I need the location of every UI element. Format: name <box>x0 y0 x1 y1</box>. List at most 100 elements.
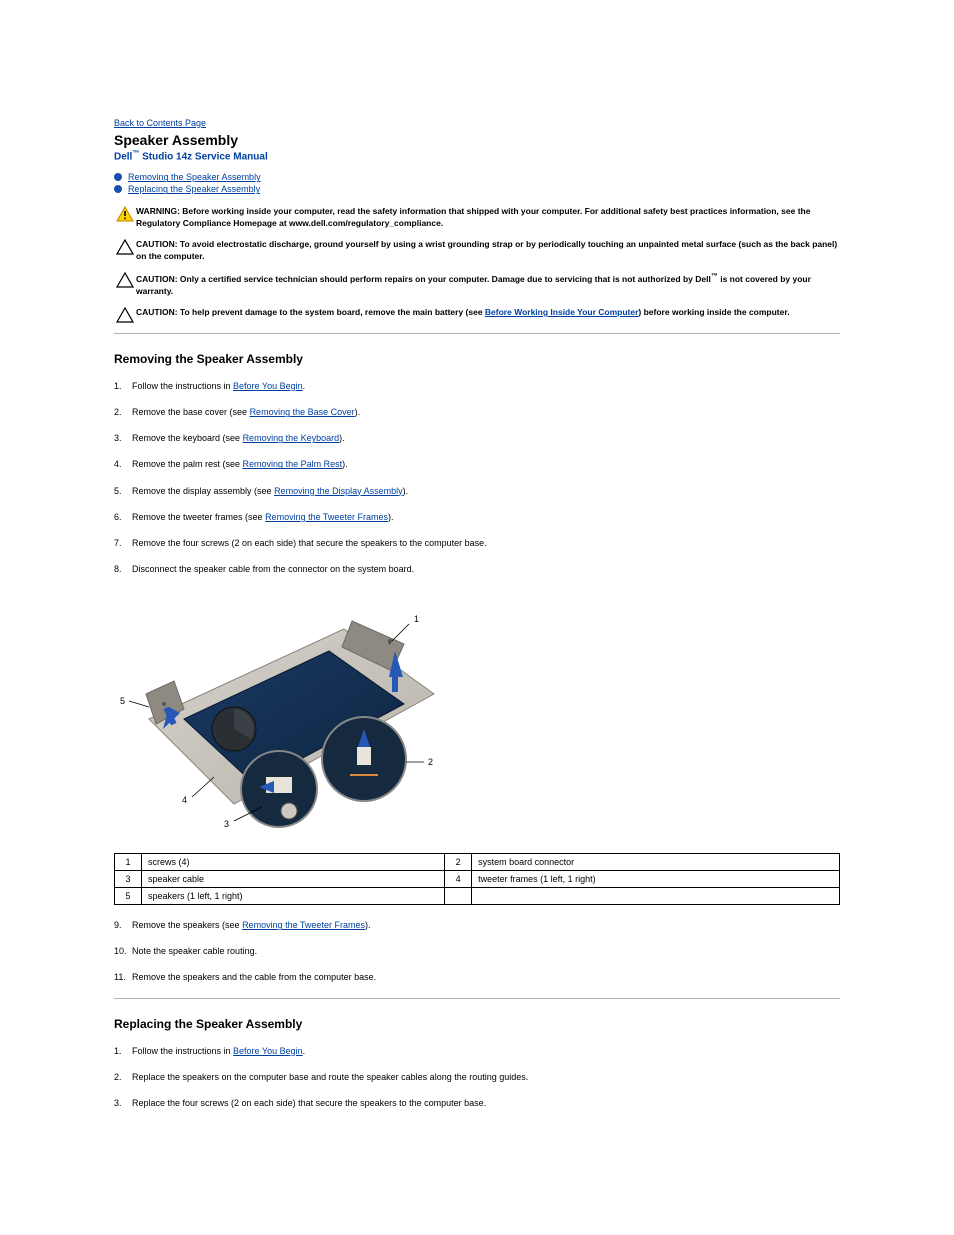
step: Remove the keyboard (see Removing the Ke… <box>114 432 840 444</box>
step: Remove the palm rest (see Removing the P… <box>114 458 840 470</box>
caution-body-a: Only a certified service technician shou… <box>178 274 711 284</box>
step-text: Remove the display assembly (see <box>132 486 274 496</box>
callout-label <box>472 888 840 905</box>
remove-steps-cont: Remove the speakers (see Removing the Tw… <box>114 919 840 983</box>
remove-steps: Follow the instructions in Before You Be… <box>114 380 840 575</box>
svg-text:4: 4 <box>182 795 187 805</box>
callout-num: 1 <box>115 854 142 871</box>
caution-row: CAUTION: Only a certified service techni… <box>114 272 840 297</box>
step-text: Disconnect the speaker cable from the co… <box>132 564 414 574</box>
callout-label: screws (4) <box>142 854 445 871</box>
svg-text:1: 1 <box>414 614 419 624</box>
back-link-top: Back to Contents Page <box>114 118 840 128</box>
manual-page: Back to Contents Page Speaker Assembly D… <box>0 0 954 1163</box>
bullet-icon <box>114 185 122 193</box>
step-link[interactable]: Removing the Tweeter Frames <box>242 920 365 930</box>
step-text-post: ). <box>342 459 348 469</box>
warning-text: WARNING: Before working inside your comp… <box>136 206 840 229</box>
callout-label: tweeter frames (1 left, 1 right) <box>472 871 840 888</box>
separator <box>114 998 840 999</box>
step-link[interactable]: Removing the Keyboard <box>243 433 340 443</box>
svg-text:3: 3 <box>224 819 229 829</box>
step-text: Note the speaker cable routing. <box>132 946 257 956</box>
step-text-post: ). <box>388 512 394 522</box>
step-text-post: . <box>303 381 306 391</box>
callout-num: 2 <box>445 854 472 871</box>
toc-link-replace[interactable]: Replacing the Speaker Assembly <box>128 184 260 194</box>
step-text-post: ). <box>403 486 409 496</box>
step: Remove the tweeter frames (see Removing … <box>114 511 840 523</box>
caution-body: To avoid electrostatic discharge, ground… <box>136 239 837 260</box>
step-text: Follow the instructions in <box>132 1046 233 1056</box>
manual-brand: Dell <box>114 151 132 162</box>
caution-row: CAUTION: To help prevent damage to the s… <box>114 307 840 323</box>
diagram: 1 2 3 4 5 <box>114 589 840 839</box>
callout-num: 5 <box>115 888 142 905</box>
step-text: Follow the instructions in <box>132 381 233 391</box>
step-text: Remove the speakers (see <box>132 920 242 930</box>
caution-icon <box>114 239 136 255</box>
caution-label: CAUTION: <box>136 307 178 317</box>
step-link[interactable]: Removing the Palm Rest <box>243 459 343 469</box>
toc-item: Removing the Speaker Assembly <box>114 172 840 182</box>
speaker-diagram: 1 2 3 4 5 <box>114 589 454 839</box>
step-link[interactable]: Removing the Display Assembly <box>274 486 403 496</box>
step-text-post: . <box>303 1046 306 1056</box>
step: Note the speaker cable routing. <box>114 945 840 957</box>
step-link[interactable]: Before You Begin <box>233 381 303 391</box>
warning-icon <box>114 206 136 222</box>
replace-steps: Follow the instructions in Before You Be… <box>114 1045 840 1109</box>
manual-title: Dell™ Studio 14z Service Manual <box>114 150 840 162</box>
before-working-link[interactable]: Before Working Inside Your Computer <box>485 307 639 317</box>
step-link[interactable]: Removing the Base Cover <box>250 407 355 417</box>
callout-label: speaker cable <box>142 871 445 888</box>
step: Replace the speakers on the computer bas… <box>114 1071 840 1083</box>
toc-list: Removing the Speaker Assembly Replacing … <box>114 172 840 194</box>
callout-table: 1 screws (4) 2 system board connector 3 … <box>114 853 840 905</box>
step-text-post: ). <box>365 920 371 930</box>
step: Remove the display assembly (see Removin… <box>114 485 840 497</box>
callout-num <box>445 888 472 905</box>
step-link[interactable]: Before You Begin <box>233 1046 303 1056</box>
step: Follow the instructions in Before You Be… <box>114 1045 840 1057</box>
step-text: Remove the base cover (see <box>132 407 250 417</box>
step: Remove the speakers (see Removing the Tw… <box>114 919 840 931</box>
separator <box>114 333 840 334</box>
caution-text: CAUTION: To help prevent damage to the s… <box>136 307 840 318</box>
caution-text: CAUTION: Only a certified service techni… <box>136 272 840 297</box>
back-to-contents-link[interactable]: Back to Contents Page <box>114 118 206 128</box>
caution-icon <box>114 307 136 323</box>
table-row: 3 speaker cable 4 tweeter frames (1 left… <box>115 871 840 888</box>
caution-body-after: ) before working inside the computer. <box>638 307 789 317</box>
caution-label: CAUTION: <box>136 274 178 284</box>
caution-body: To help prevent damage to the system boa… <box>178 307 485 317</box>
step-text-post: ). <box>339 433 345 443</box>
manual-title-rest: Studio 14z Service Manual <box>139 151 267 162</box>
step-text: Remove the palm rest (see <box>132 459 243 469</box>
page-title: Speaker Assembly <box>114 132 840 148</box>
step: Replace the four screws (2 on each side)… <box>114 1097 840 1109</box>
callout-label: system board connector <box>472 854 840 871</box>
step-text: Remove the keyboard (see <box>132 433 243 443</box>
warning-label: WARNING: <box>136 206 180 216</box>
table-row: 5 speakers (1 left, 1 right) <box>115 888 840 905</box>
step-text-post: ). <box>355 407 361 417</box>
step-link[interactable]: Removing the Tweeter Frames <box>265 512 388 522</box>
remove-heading: Removing the Speaker Assembly <box>114 352 840 366</box>
warning-row: WARNING: Before working inside your comp… <box>114 206 840 229</box>
callout-num: 4 <box>445 871 472 888</box>
callout-label: speakers (1 left, 1 right) <box>142 888 445 905</box>
step: Remove the four screws (2 on each side) … <box>114 537 840 549</box>
caution-label: CAUTION: <box>136 239 178 249</box>
caution-row: CAUTION: To avoid electrostatic discharg… <box>114 239 840 262</box>
step: Remove the speakers and the cable from t… <box>114 971 840 983</box>
step-text: Remove the four screws (2 on each side) … <box>132 538 487 548</box>
bullet-icon <box>114 173 122 181</box>
svg-text:2: 2 <box>428 757 433 767</box>
step-text: Remove the speakers and the cable from t… <box>132 972 376 982</box>
toc-link-remove[interactable]: Removing the Speaker Assembly <box>128 172 261 182</box>
step: Disconnect the speaker cable from the co… <box>114 563 840 575</box>
step-text: Replace the speakers on the computer bas… <box>132 1072 528 1082</box>
toc-item: Replacing the Speaker Assembly <box>114 184 840 194</box>
callout-num: 3 <box>115 871 142 888</box>
